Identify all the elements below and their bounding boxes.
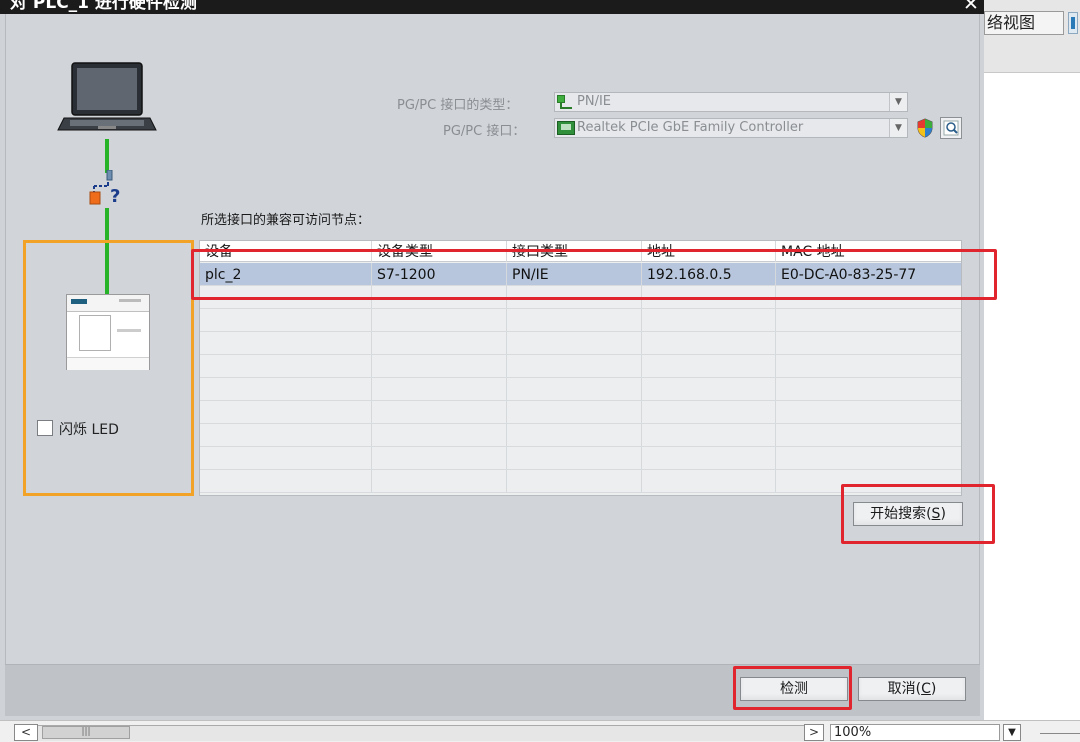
empty-cell bbox=[372, 332, 507, 354]
scroll-right-button[interactable]: > bbox=[804, 724, 824, 741]
empty-cell bbox=[200, 355, 372, 377]
empty-cell bbox=[507, 378, 642, 400]
empty-table-row bbox=[200, 355, 961, 378]
dialog-title: 对 PLC_1 进行硬件检测 bbox=[10, 0, 197, 13]
chevron-down-icon[interactable]: ▼ bbox=[889, 119, 907, 137]
horizontal-scrollbar[interactable] bbox=[38, 725, 804, 741]
laptop-icon bbox=[56, 60, 158, 140]
empty-cell bbox=[200, 378, 372, 400]
empty-cell bbox=[776, 401, 961, 423]
empty-cell bbox=[776, 447, 961, 469]
empty-cell bbox=[200, 447, 372, 469]
zoom-level-field[interactable]: 100% bbox=[830, 724, 1000, 741]
empty-cell bbox=[507, 401, 642, 423]
chevron-down-icon[interactable]: ▼ bbox=[889, 93, 907, 111]
empty-cell bbox=[642, 332, 776, 354]
interface-value: Realtek PCIe GbE Family Controller bbox=[577, 120, 804, 135]
empty-cell bbox=[372, 309, 507, 331]
search-icon[interactable] bbox=[940, 117, 962, 139]
empty-cell bbox=[372, 378, 507, 400]
nic-icon bbox=[557, 120, 575, 135]
empty-cell bbox=[642, 309, 776, 331]
close-button[interactable]: ✕ bbox=[958, 0, 984, 14]
highlight-detect-button bbox=[733, 666, 852, 710]
flash-led-checkbox[interactable] bbox=[37, 420, 53, 436]
network-icon bbox=[557, 94, 573, 109]
tab-network-view[interactable]: 络视图 bbox=[984, 11, 1064, 35]
scroll-left-button[interactable]: < bbox=[14, 724, 38, 741]
scrollbar-thumb[interactable]: ||| bbox=[42, 726, 130, 739]
empty-cell bbox=[776, 309, 961, 331]
empty-table-row bbox=[200, 424, 961, 447]
empty-cell bbox=[776, 378, 961, 400]
interface-type-value: PN/IE bbox=[577, 94, 611, 109]
zoom-slider[interactable] bbox=[1040, 733, 1080, 734]
empty-cell bbox=[642, 470, 776, 492]
empty-cell bbox=[507, 447, 642, 469]
empty-table-row bbox=[200, 401, 961, 424]
empty-cell bbox=[507, 470, 642, 492]
empty-cell bbox=[372, 470, 507, 492]
empty-cell bbox=[372, 447, 507, 469]
empty-table-row bbox=[200, 309, 961, 332]
interface-type-label: PG/PC 接口的类型： bbox=[397, 98, 519, 113]
empty-cell bbox=[507, 355, 642, 377]
plc-device-image bbox=[66, 294, 150, 370]
zoom-dropdown-button[interactable]: ▼ bbox=[1003, 724, 1021, 741]
shield-icon[interactable] bbox=[914, 117, 936, 139]
empty-cell bbox=[200, 401, 372, 423]
empty-cell bbox=[372, 424, 507, 446]
question-mark: ? bbox=[110, 186, 120, 207]
cancel-button[interactable]: 取消(C) bbox=[858, 677, 966, 701]
cancel-label-end: ) bbox=[930, 681, 937, 697]
empty-cell bbox=[200, 332, 372, 354]
nodes-table-title: 所选接口的兼容可访问节点： bbox=[201, 213, 371, 228]
empty-cell bbox=[200, 470, 372, 492]
interface-type-select[interactable]: PN/IE ▼ bbox=[554, 92, 908, 112]
empty-cell bbox=[642, 355, 776, 377]
interface-label: PG/PC 接口： bbox=[443, 124, 526, 139]
empty-table-row bbox=[200, 332, 961, 355]
empty-cell bbox=[642, 401, 776, 423]
cancel-label: 取消( bbox=[887, 681, 922, 697]
empty-table-row bbox=[200, 378, 961, 401]
empty-cell bbox=[642, 378, 776, 400]
empty-cell bbox=[776, 355, 961, 377]
unknown-device-icon: ? bbox=[88, 169, 128, 210]
highlight-found-device-row bbox=[191, 249, 997, 300]
empty-cell bbox=[372, 355, 507, 377]
empty-cell bbox=[776, 332, 961, 354]
view-icon[interactable] bbox=[1068, 12, 1078, 34]
empty-table-row bbox=[200, 447, 961, 470]
empty-cell bbox=[372, 401, 507, 423]
flash-led-label: 闪烁 LED bbox=[59, 422, 119, 438]
network-link-upper bbox=[105, 139, 109, 173]
empty-cell bbox=[200, 309, 372, 331]
empty-cell bbox=[507, 309, 642, 331]
empty-cell bbox=[200, 424, 372, 446]
empty-cell bbox=[507, 332, 642, 354]
empty-cell bbox=[642, 424, 776, 446]
empty-cell bbox=[642, 447, 776, 469]
interface-select[interactable]: Realtek PCIe GbE Family Controller ▼ bbox=[554, 118, 908, 138]
highlight-start-search bbox=[841, 484, 995, 544]
empty-cell bbox=[776, 424, 961, 446]
background-editor-area bbox=[984, 0, 1080, 720]
dialog-titlebar: 对 PLC_1 进行硬件检测 ✕ bbox=[0, 0, 984, 14]
cancel-hotkey: C bbox=[921, 681, 931, 697]
empty-cell bbox=[507, 424, 642, 446]
